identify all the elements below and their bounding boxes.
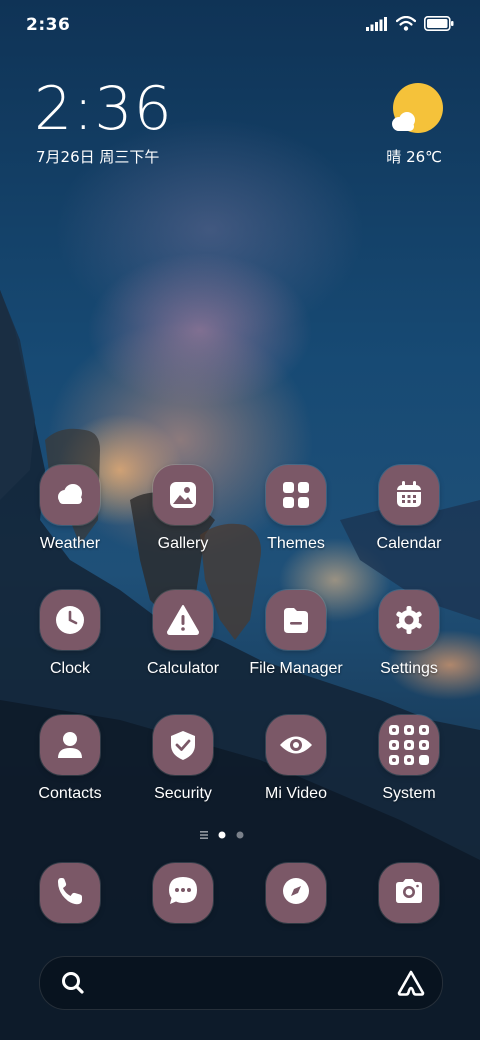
- grid-icon: [266, 465, 326, 525]
- image-icon: [153, 465, 213, 525]
- app-system-folder[interactable]: System: [353, 715, 465, 825]
- app-settings[interactable]: Settings: [353, 590, 465, 700]
- warning-icon: [153, 590, 213, 650]
- clock-icon: [40, 590, 100, 650]
- sun-cloud-icon: [384, 83, 444, 146]
- page-dot-active: [218, 831, 226, 839]
- app-label: Calendar: [376, 535, 442, 552]
- app-gallery[interactable]: Gallery: [127, 465, 239, 575]
- app-weather[interactable]: Weather: [14, 465, 126, 575]
- dock-camera[interactable]: [379, 863, 439, 923]
- page-indicator[interactable]: [0, 828, 480, 842]
- clock-widget-date[interactable]: 7月26日 周三下午: [36, 146, 159, 167]
- app-security[interactable]: Security: [127, 715, 239, 825]
- weather-condition-temp: 晴 26℃: [386, 148, 442, 166]
- status-time: 2:36: [26, 15, 71, 35]
- app-contacts[interactable]: Contacts: [14, 715, 126, 825]
- calendar-icon: [379, 465, 439, 525]
- app-mi-video[interactable]: Mi Video: [240, 715, 352, 825]
- app-label: Themes: [267, 535, 325, 552]
- app-label: Mi Video: [265, 785, 327, 802]
- status-bar: 2:36: [0, 0, 480, 50]
- message-icon: [166, 874, 200, 912]
- cloud-icon: [40, 465, 100, 525]
- list-indicator-icon: [200, 831, 208, 839]
- camera-icon: [392, 876, 426, 910]
- dock-phone[interactable]: [40, 863, 100, 923]
- folder-icon: [266, 590, 326, 650]
- dock-browser[interactable]: [266, 863, 326, 923]
- app-label: Gallery: [157, 535, 209, 552]
- app-label: System: [382, 785, 436, 802]
- app-label: Clock: [49, 660, 90, 677]
- compass-icon: [281, 876, 311, 910]
- battery-icon: [424, 16, 454, 35]
- app-label: Contacts: [38, 785, 102, 802]
- app-label: Security: [154, 785, 212, 802]
- app-file-manager[interactable]: File Manager: [240, 590, 352, 700]
- app-label: File Manager: [249, 660, 343, 677]
- search-bar[interactable]: [39, 956, 443, 1010]
- app-themes[interactable]: Themes: [240, 465, 352, 575]
- app-clock[interactable]: Clock: [14, 590, 126, 700]
- folder-grid-icon: [379, 715, 439, 775]
- clock-widget-time[interactable]: 2:36: [34, 74, 173, 144]
- search-icon[interactable]: [60, 970, 86, 1000]
- eye-icon: [266, 715, 326, 775]
- app-calculator[interactable]: Calculator: [127, 590, 239, 700]
- page-dot: [236, 831, 244, 839]
- app-label: Calculator: [146, 660, 220, 677]
- wifi-icon: [395, 15, 417, 35]
- shield-check-icon: [153, 715, 213, 775]
- person-icon: [40, 715, 100, 775]
- app-label: Weather: [39, 535, 101, 552]
- dock-messages[interactable]: [153, 863, 213, 923]
- status-icons: [366, 15, 454, 35]
- phone-icon: [54, 875, 86, 911]
- signal-icon: [366, 16, 388, 35]
- assistant-icon[interactable]: [396, 969, 426, 1001]
- app-calendar[interactable]: Calendar: [353, 465, 465, 575]
- app-label: Settings: [380, 660, 438, 677]
- gear-icon: [379, 590, 439, 650]
